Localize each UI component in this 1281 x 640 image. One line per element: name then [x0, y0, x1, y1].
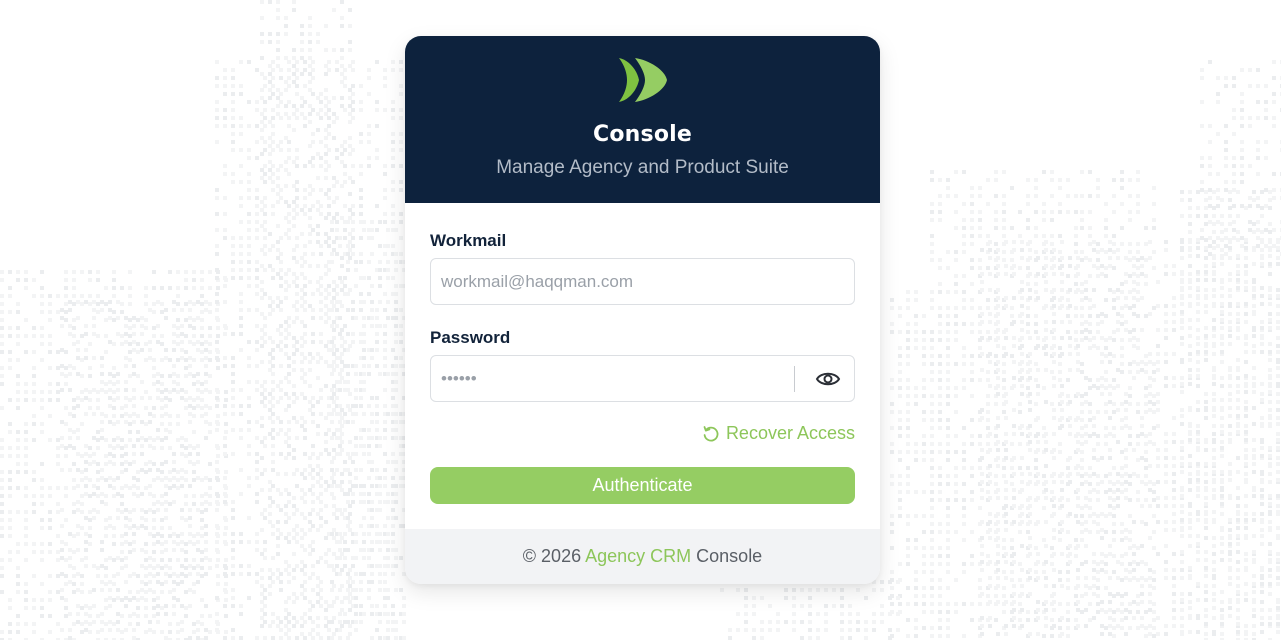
workmail-label: Workmail [430, 231, 507, 250]
card-footer: © 2026 Agency CRM Console [405, 529, 880, 584]
password-input[interactable] [441, 356, 786, 401]
footer-console-text: Console [696, 546, 763, 566]
toggle-password-visibility-button[interactable] [813, 366, 843, 392]
password-label: Password [430, 328, 511, 347]
footer-copyright: © 2026 [522, 546, 582, 566]
login-form: Workmail Password Recover Access Authent… [405, 203, 880, 529]
workmail-field-container [430, 258, 855, 305]
recover-access-link[interactable]: Recover Access [702, 423, 855, 444]
brand-chevrons-icon [619, 58, 667, 102]
card-header: Console Manage Agency and Product Suite [405, 36, 880, 203]
refresh-icon [703, 425, 719, 441]
password-divider [794, 366, 795, 392]
password-field-container [430, 355, 855, 402]
app-title: Console [593, 122, 692, 147]
recover-access-label: Recover Access [725, 423, 855, 443]
workmail-input[interactable] [441, 259, 846, 304]
authenticate-button[interactable]: Authenticate [430, 467, 855, 504]
login-card: Console Manage Agency and Product Suite … [405, 36, 880, 584]
footer-agency-crm-link[interactable]: Agency CRM [585, 546, 691, 566]
app-subtitle: Manage Agency and Product Suite [496, 157, 789, 178]
eye-icon [815, 372, 841, 386]
